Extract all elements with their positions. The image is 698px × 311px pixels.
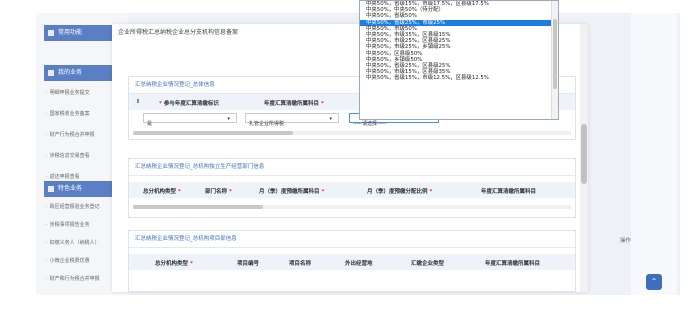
column-header: 年度汇算清缴所属科目 (481, 189, 537, 195)
column-header: 外出经营地 (345, 261, 373, 267)
table-header: 总分机构类型 * 项目编号 项目名称 外出经营地 汇缴企业类型 年度汇算清缴所属… (129, 254, 575, 270)
allocation-dropdown-list[interactable]: 中央50%，省级15%，市级17.5%，区县级17.5% 中央50%，中央50%（… (359, 0, 559, 120)
column-header: 项目名称 (289, 261, 312, 267)
home-icon (48, 29, 54, 36)
subject-select[interactable]: 扎管企业所得税 ▾ (245, 113, 339, 127)
dropdown-scrollbar[interactable] (551, 1, 558, 119)
back-to-top-button[interactable]: ⌃ (646, 274, 662, 290)
star-icon (48, 185, 54, 192)
column-header: 项目编号 (237, 261, 260, 267)
operation-header: 操作 (620, 238, 632, 244)
horizontal-scrollbar[interactable] (133, 205, 571, 209)
column-header: 部门名称 * (205, 189, 232, 195)
project-info-panel: 汇总纳税企业情况登记_总机构项目部信息 总分机构类型 * 项目编号 项目名称 外… (128, 230, 576, 292)
panel-title: 汇总纳税企业情况登记_总机构项目部信息 (129, 231, 575, 248)
column-header: I (137, 99, 140, 105)
panel-title: 汇总纳税企业情况登记_总机构独立生产经营部门信息 (129, 159, 575, 176)
right-panel (631, 13, 677, 295)
participation-select[interactable]: 是 ▾ (143, 113, 237, 127)
column-header: 年度汇算清缴所属科目 (485, 261, 541, 267)
dialog-vertical-scrollbar[interactable] (580, 24, 588, 292)
column-header: 汇缴企业类型 (411, 261, 445, 267)
dialog-title: 企业所得税汇总纳税企业总分支机构信息备案 (118, 29, 239, 36)
column-header: * 参与年度汇算清缴标识 (159, 101, 219, 107)
chevron-down-icon: ▾ (329, 116, 332, 122)
column-header: 年度汇算清缴所属科目 * (264, 101, 324, 107)
horizontal-scrollbar[interactable] (133, 131, 571, 135)
up-arrow-icon: ⌃ (650, 277, 658, 286)
chevron-down-icon: ▾ (227, 116, 230, 122)
dropdown-option[interactable]: 中央50%，省级15%，市级12.5%，区县级12.5% (360, 75, 558, 81)
briefcase-icon (48, 69, 54, 76)
table-header: 总分机构类型 * 部门名称 * 月（季）度预缴所属科目 * 月（季）度预缴分配比… (129, 182, 575, 198)
column-header: 月（季）度预缴所属科目 * (259, 189, 325, 195)
column-header: 总分机构类型 * (143, 189, 181, 195)
department-info-panel: 汇总纳税企业情况登记_总机构独立生产经营部门信息 总分机构类型 * 部门名称 *… (128, 158, 576, 218)
column-header: 总分机构类型 * (155, 261, 193, 267)
column-header: 月（季）度预缴分配比例 * (367, 189, 433, 195)
